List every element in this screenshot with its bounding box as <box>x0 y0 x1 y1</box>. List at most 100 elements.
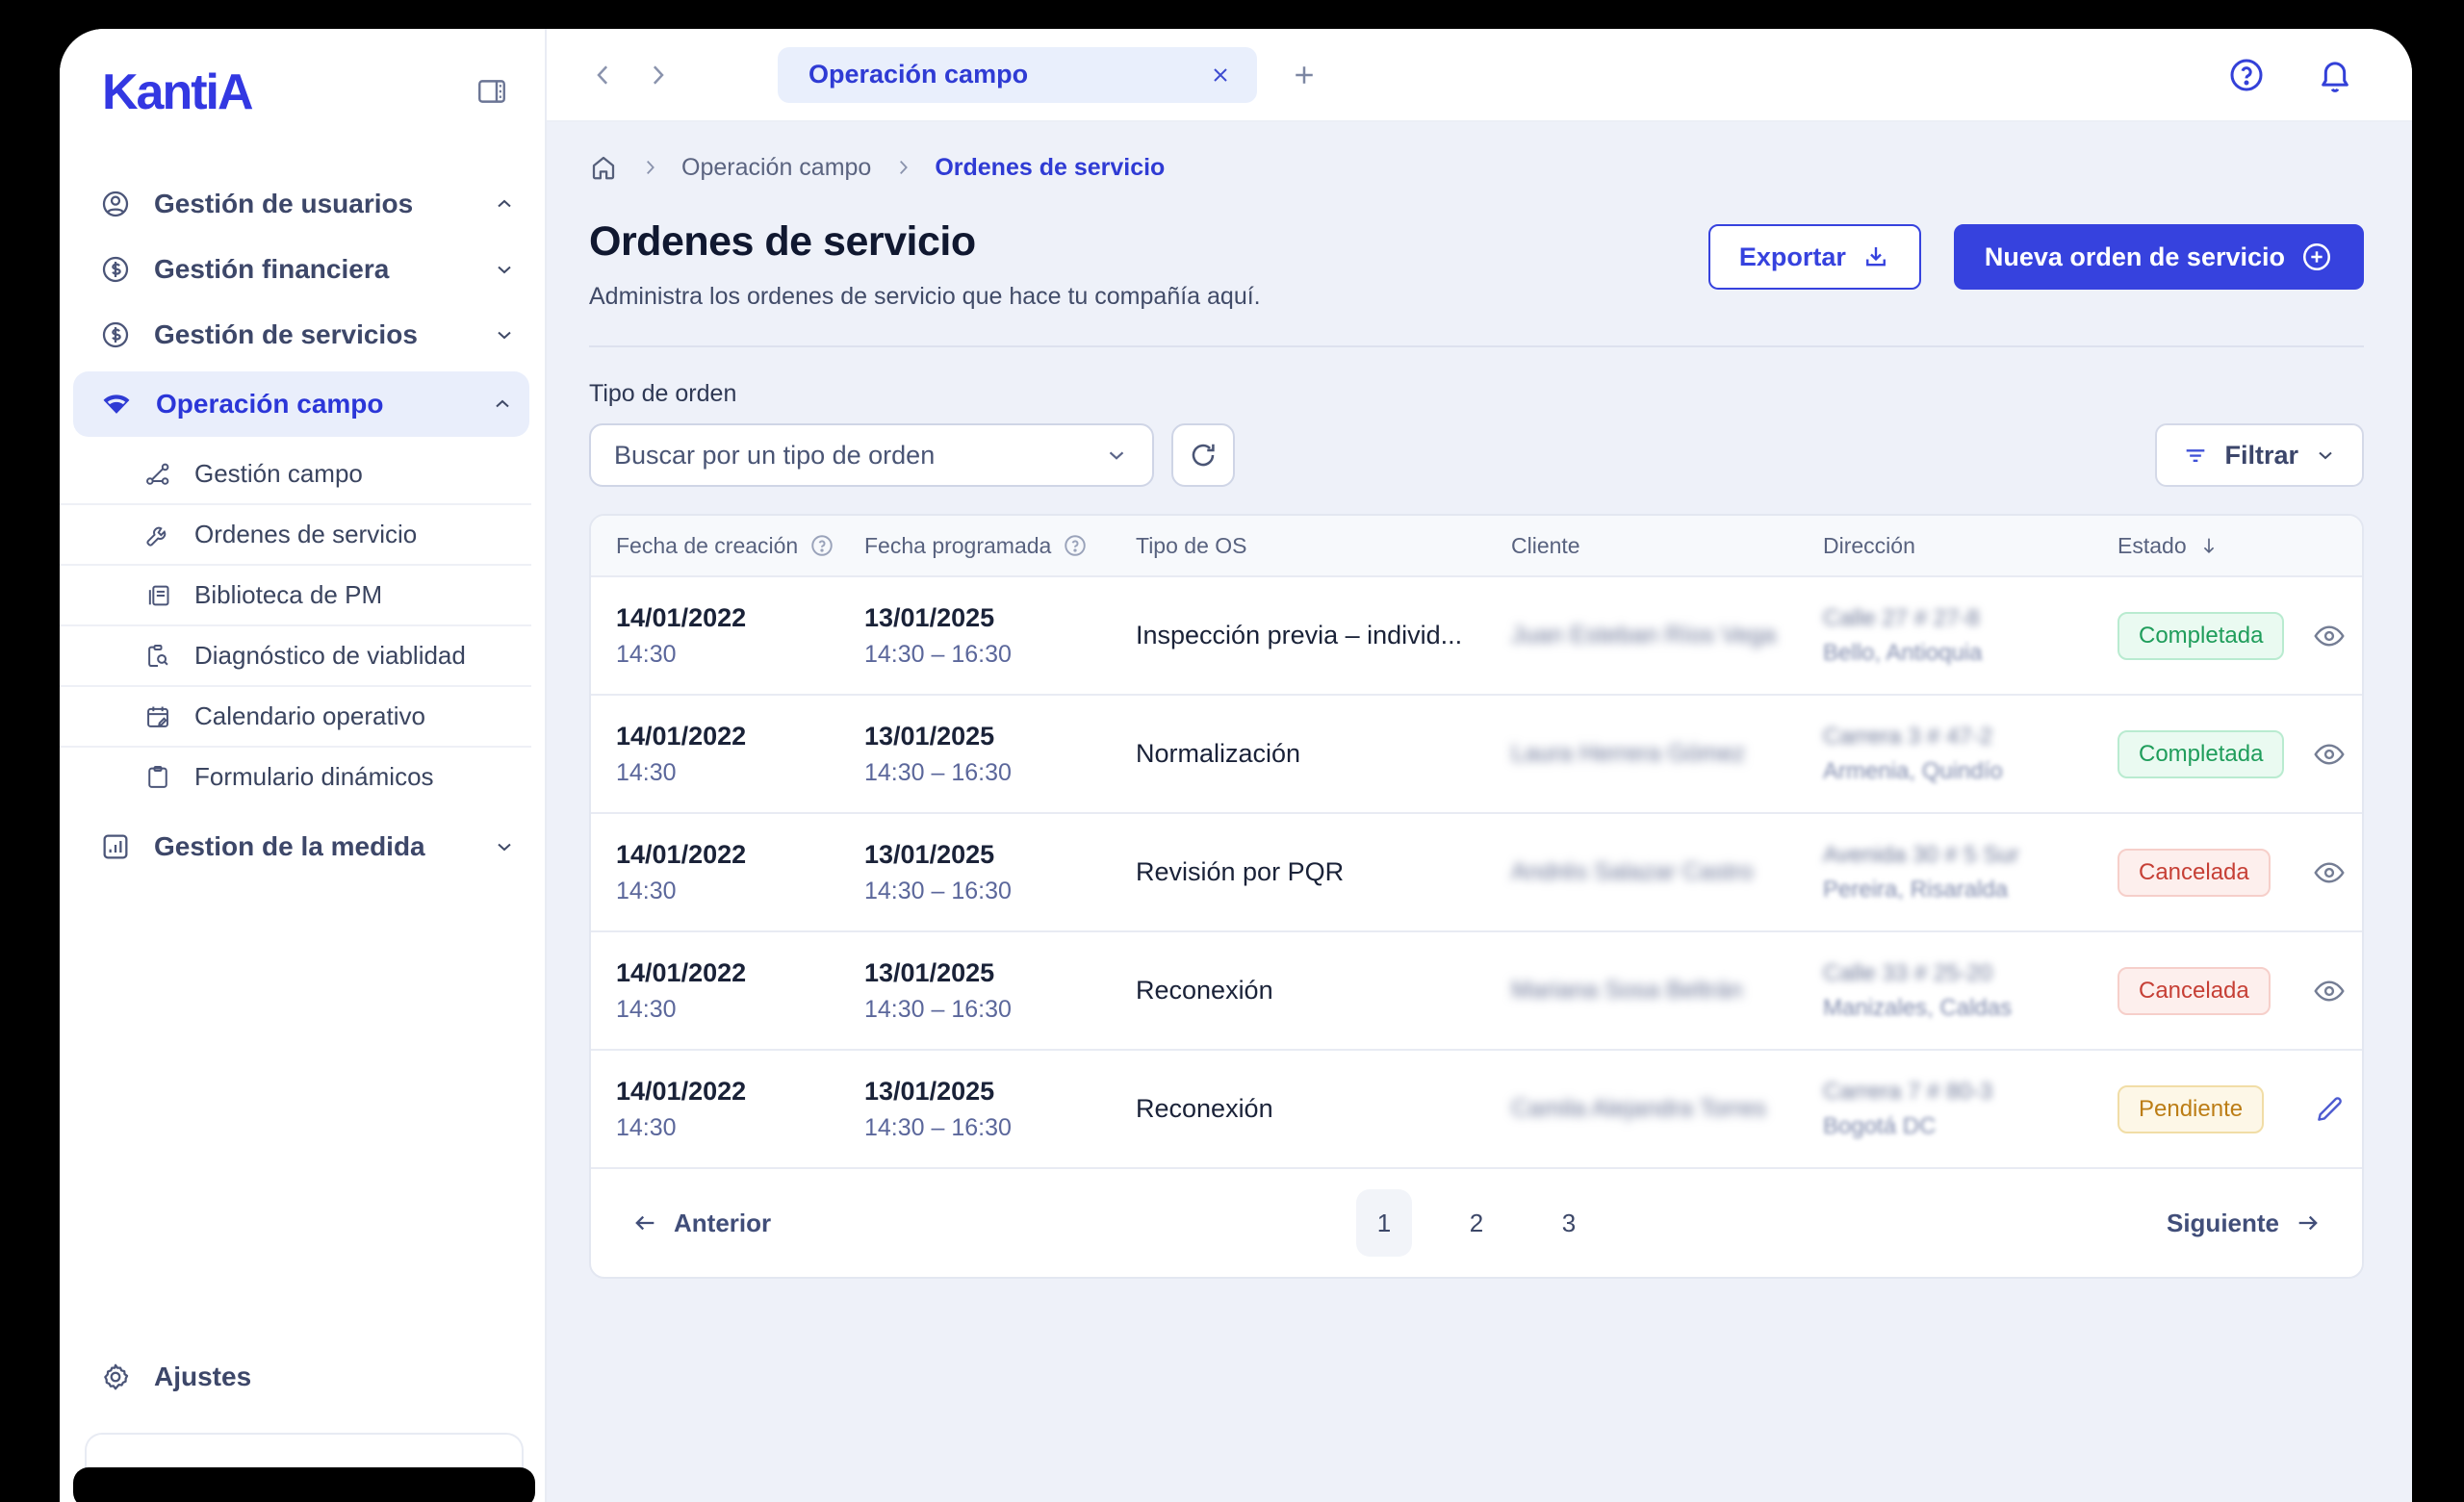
client-name-blurred: Mariana Sosa Beltrán <box>1511 977 1823 1005</box>
client-name-blurred: Laura Herrera Gómez <box>1511 740 1823 768</box>
sidebar-item-gestion-medida[interactable]: Gestion de la medida <box>60 814 545 879</box>
chevron-down-icon <box>1104 443 1129 468</box>
scheduled-date: 13/01/2025 <box>864 603 1136 633</box>
col-header-scheduled[interactable]: Fecha programada <box>864 533 1051 559</box>
sort-desc-icon[interactable] <box>2198 535 2220 556</box>
new-order-button[interactable]: Nueva orden de servicio <box>1954 224 2364 290</box>
order-type: Reconexión <box>1136 1094 1511 1124</box>
library-icon <box>144 582 171 609</box>
add-tab-icon[interactable] <box>1290 61 1319 89</box>
help-circle-icon[interactable] <box>1063 533 1088 558</box>
status-badge: Completada <box>2118 612 2284 660</box>
scheduled-date: 13/01/2025 <box>864 722 1136 751</box>
order-type-select[interactable]: Buscar por un tipo de orden <box>589 423 1154 487</box>
status-badge: Cancelada <box>2118 967 2271 1015</box>
tab-operacion-campo[interactable]: Operación campo <box>778 47 1257 103</box>
col-header-created[interactable]: Fecha de creación <box>616 533 798 559</box>
filter-button[interactable]: Filtrar <box>2155 423 2364 487</box>
sidebar-subitem-label: Ordenes de servicio <box>194 520 417 549</box>
wifi-icon <box>100 388 133 420</box>
sidebar-subitem-label: Biblioteca de PM <box>194 580 382 610</box>
col-header-client[interactable]: Cliente <box>1511 533 1580 559</box>
sidebar: KantiA Gestión de usuarios Gestión finan… <box>60 29 547 1502</box>
chevron-up-icon <box>491 393 514 416</box>
eye-icon <box>2312 974 2347 1008</box>
address-blurred: Avenida 30 # 5 Sur <box>1823 842 2118 869</box>
breadcrumb-level1[interactable]: Operación campo <box>681 154 871 182</box>
pagination-previous[interactable]: Anterior <box>631 1209 1356 1238</box>
sidebar-subitem-ordenes-servicio[interactable]: Ordenes de servicio <box>60 503 531 564</box>
dollar-circle-icon <box>100 319 131 350</box>
scheduled-date: 13/01/2025 <box>864 840 1136 870</box>
created-date: 14/01/2022 <box>616 722 864 751</box>
address-city: Manizales, Caldas <box>1823 995 2118 1022</box>
client-name-blurred: Juan Esteban Ríos Vega <box>1511 622 1823 649</box>
sidebar-item-gestion-servicios[interactable]: Gestión de servicios <box>60 302 545 368</box>
breadcrumb: Operación campo Ordenes de servicio <box>589 153 2364 182</box>
nav-forward-icon[interactable] <box>643 61 672 89</box>
address-city: Bogotá DC <box>1823 1113 2118 1140</box>
refresh-button[interactable] <box>1171 423 1235 487</box>
view-order-button[interactable] <box>2297 619 2362 653</box>
view-order-button[interactable] <box>2297 737 2362 772</box>
sidebar-item-label: Gestión de servicios <box>154 319 470 350</box>
sidebar-item-label: Gestión financiera <box>154 254 470 285</box>
sidebar-item-gestion-financiera[interactable]: Gestión financiera <box>60 237 545 302</box>
view-order-button[interactable] <box>2297 855 2362 890</box>
scheduled-time: 14:30 – 16:30 <box>864 878 1136 905</box>
pagination-next-label: Siguiente <box>2167 1209 2279 1238</box>
page-number-2[interactable]: 2 <box>1449 1189 1504 1257</box>
close-icon[interactable] <box>1209 64 1232 87</box>
sidebar-item-gestion-usuarios[interactable]: Gestión de usuarios <box>60 171 545 237</box>
sidebar-item-ajustes[interactable]: Ajustes <box>60 1344 545 1410</box>
sidebar-item-operacion-campo[interactable]: Operación campo <box>73 371 529 437</box>
edit-order-button[interactable] <box>2297 1093 2362 1126</box>
table-row[interactable]: 14/01/202214:30 13/01/202514:30 – 16:30 … <box>591 930 2362 1049</box>
col-header-type[interactable]: Tipo de OS <box>1136 533 1246 559</box>
created-date: 14/01/2022 <box>616 1077 864 1107</box>
sidebar-subitem-gestion-campo[interactable]: Gestión campo <box>60 445 531 503</box>
table-row[interactable]: 14/01/202214:30 13/01/202514:30 – 16:30 … <box>591 812 2362 930</box>
help-icon[interactable] <box>2227 56 2266 94</box>
table-row[interactable]: 14/01/202214:30 13/01/202514:30 – 16:30 … <box>591 694 2362 812</box>
plus-circle-icon <box>2300 241 2333 273</box>
page-number-1[interactable]: 1 <box>1356 1189 1412 1257</box>
chevron-down-icon <box>493 835 516 858</box>
download-icon <box>1861 242 1890 271</box>
client-name-blurred: Camila Alejandra Torres <box>1511 1095 1823 1123</box>
export-button[interactable]: Exportar <box>1708 224 1921 290</box>
eye-icon <box>2312 619 2347 653</box>
sidebar-subitem-biblioteca-pm[interactable]: Biblioteca de PM <box>60 564 531 624</box>
notifications-bell-icon[interactable] <box>2316 56 2354 94</box>
sidebar-subitem-calendario[interactable]: Calendario operativo <box>60 685 531 746</box>
sidebar-subitem-diagnostico[interactable]: Diagnóstico de viablidad <box>60 624 531 685</box>
home-icon[interactable] <box>589 153 618 182</box>
gear-icon <box>100 1362 131 1392</box>
help-circle-icon[interactable] <box>809 533 834 558</box>
sidebar-item-label: Gestión de usuarios <box>154 189 470 219</box>
chevron-down-icon <box>493 323 516 346</box>
chevron-down-icon <box>493 258 516 281</box>
pagination-next[interactable]: Siguiente <box>2167 1209 2322 1238</box>
col-header-address[interactable]: Dirección <box>1823 533 1915 559</box>
col-header-status[interactable]: Estado <box>2118 533 2187 559</box>
pagination: Anterior 1 2 3 Siguiente <box>591 1167 2362 1277</box>
scheduled-date: 13/01/2025 <box>864 958 1136 988</box>
view-order-button[interactable] <box>2297 974 2362 1008</box>
tab-label: Operación campo <box>808 60 1028 89</box>
chevron-right-icon <box>892 157 913 178</box>
eye-icon <box>2312 855 2347 890</box>
nav-back-icon[interactable] <box>589 61 618 89</box>
page-title: Ordenes de servicio <box>589 218 1261 266</box>
order-type: Revisión por PQR <box>1136 857 1511 887</box>
sidebar-subitem-label: Formulario dinámicos <box>194 762 434 792</box>
sidebar-subitem-label: Gestión campo <box>194 459 363 489</box>
address-blurred: Carrera 3 # 47-2 <box>1823 724 2118 751</box>
arrow-right-icon <box>2295 1209 2322 1236</box>
table-row[interactable]: 14/01/202214:30 13/01/202514:30 – 16:30 … <box>591 577 2362 694</box>
table-row[interactable]: 14/01/202214:30 13/01/202514:30 – 16:30 … <box>591 1049 2362 1167</box>
sidebar-collapse-icon[interactable] <box>475 75 508 108</box>
page-number-3[interactable]: 3 <box>1541 1189 1597 1257</box>
dollar-circle-icon <box>100 254 131 285</box>
sidebar-subitem-formularios[interactable]: Formulario dinámicos <box>60 746 531 806</box>
